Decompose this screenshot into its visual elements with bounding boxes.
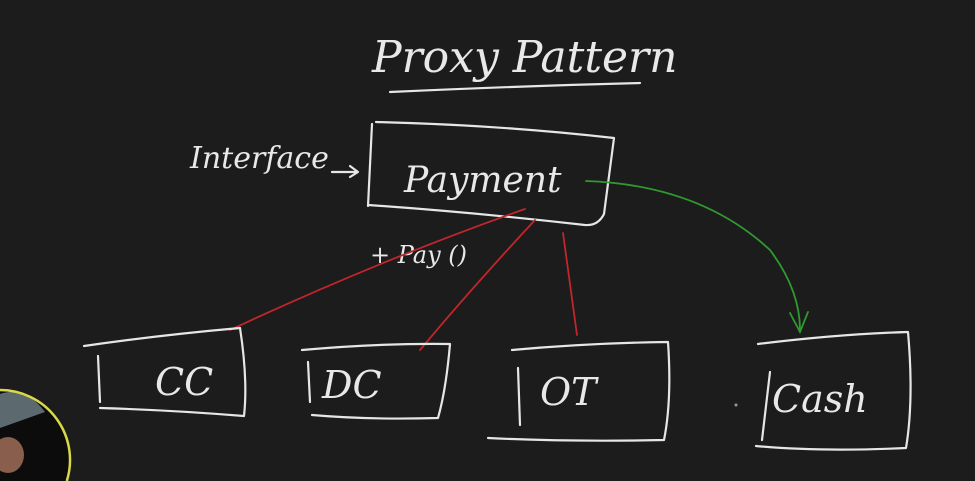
edge-payment-cash [585, 180, 809, 335]
class-box-dc: DC [300, 342, 452, 420]
payment-label: Payment [403, 160, 562, 201]
interface-arrow [330, 164, 360, 179]
ot-label: OT [540, 370, 599, 414]
edge-payment-cc [229, 208, 526, 331]
payment-method: + Pay () [370, 241, 467, 269]
cash-label: Cash [772, 377, 868, 421]
diagram: Proxy Pattern Interface Payment + Pay ()… [0, 32, 912, 481]
diagram-title: Proxy Pattern [371, 32, 677, 83]
class-box-ot: OT [486, 340, 671, 442]
webcam-avatar [0, 388, 72, 481]
edge-payment-ot [562, 232, 578, 336]
whiteboard-canvas: Proxy Pattern Interface Payment + Pay ()… [0, 0, 975, 481]
edge-payment-dc [419, 219, 536, 351]
class-box-cc: CC [82, 326, 247, 418]
class-box-cash: Cash [734, 330, 912, 451]
interface-label: Interface [189, 141, 329, 176]
cc-label: CC [155, 360, 213, 404]
title-underline [388, 81, 642, 94]
dc-label: DC [321, 363, 382, 407]
